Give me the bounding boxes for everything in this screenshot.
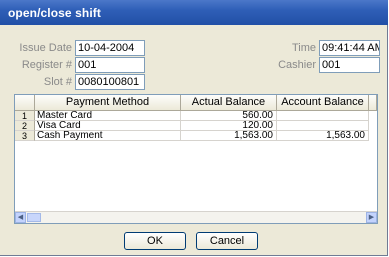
table-row[interactable]: 1 Master Card 560.00 <box>15 111 377 121</box>
table-row[interactable]: 2 Visa Card 120.00 <box>15 121 377 131</box>
row-number[interactable]: 2 <box>15 121 35 131</box>
cashier-label: Cashier <box>278 59 316 71</box>
title-bar[interactable]: open/close shift <box>0 0 388 25</box>
extra-column-header <box>369 95 377 110</box>
account-balance-cell[interactable] <box>277 111 369 121</box>
actual-balance-cell[interactable]: 120.00 <box>181 121 277 131</box>
payment-method-cell[interactable]: Visa Card <box>35 121 181 131</box>
row-number[interactable]: 1 <box>15 111 35 121</box>
issue-date-field[interactable]: 10-04-2004 <box>75 40 145 56</box>
time-field[interactable]: 09:41:44 AM <box>319 40 380 56</box>
arrow-right-icon: ▶ <box>368 214 375 221</box>
register-label: Register # <box>21 59 72 71</box>
grid-header: Payment Method Actual Balance Account Ba… <box>15 95 377 111</box>
payment-method-cell[interactable]: Cash Payment <box>35 131 181 141</box>
issue-date-label: Issue Date <box>19 42 72 54</box>
shift-dialog: open/close shift Issue Date 10-04-2004 R… <box>0 0 388 256</box>
account-balance-column-header[interactable]: Account Balance <box>277 95 369 110</box>
table-row[interactable]: 3 Cash Payment 1,563.00 1,563.00 <box>15 131 377 141</box>
time-label: Time <box>291 42 316 54</box>
actual-balance-cell[interactable]: 1,563.00 <box>181 131 277 141</box>
cashier-field[interactable]: 001 <box>319 57 380 73</box>
register-field[interactable]: 001 <box>75 57 145 73</box>
scrollbar-thumb[interactable] <box>27 213 41 222</box>
grid-corner-header <box>15 95 35 110</box>
payment-method-column-header[interactable]: Payment Method <box>35 95 181 110</box>
slot-field[interactable]: 0080100801 <box>75 74 145 90</box>
window-title: open/close shift <box>8 6 101 20</box>
account-balance-cell[interactable] <box>277 121 369 131</box>
arrow-left-icon: ◀ <box>17 214 24 221</box>
scroll-left-button[interactable]: ◀ <box>15 212 26 223</box>
account-balance-cell[interactable]: 1,563.00 <box>277 131 369 141</box>
actual-balance-column-header[interactable]: Actual Balance <box>181 95 277 110</box>
cancel-button[interactable]: Cancel <box>196 232 258 250</box>
horizontal-scrollbar[interactable]: ◀ ▶ <box>15 211 377 223</box>
scroll-right-button[interactable]: ▶ <box>366 212 377 223</box>
payment-grid[interactable]: Payment Method Actual Balance Account Ba… <box>14 94 378 224</box>
actual-balance-cell[interactable]: 560.00 <box>181 111 277 121</box>
payment-method-cell[interactable]: Master Card <box>35 111 181 121</box>
slot-label: Slot # <box>43 76 72 88</box>
row-number[interactable]: 3 <box>15 131 35 141</box>
ok-button[interactable]: OK <box>124 232 186 250</box>
